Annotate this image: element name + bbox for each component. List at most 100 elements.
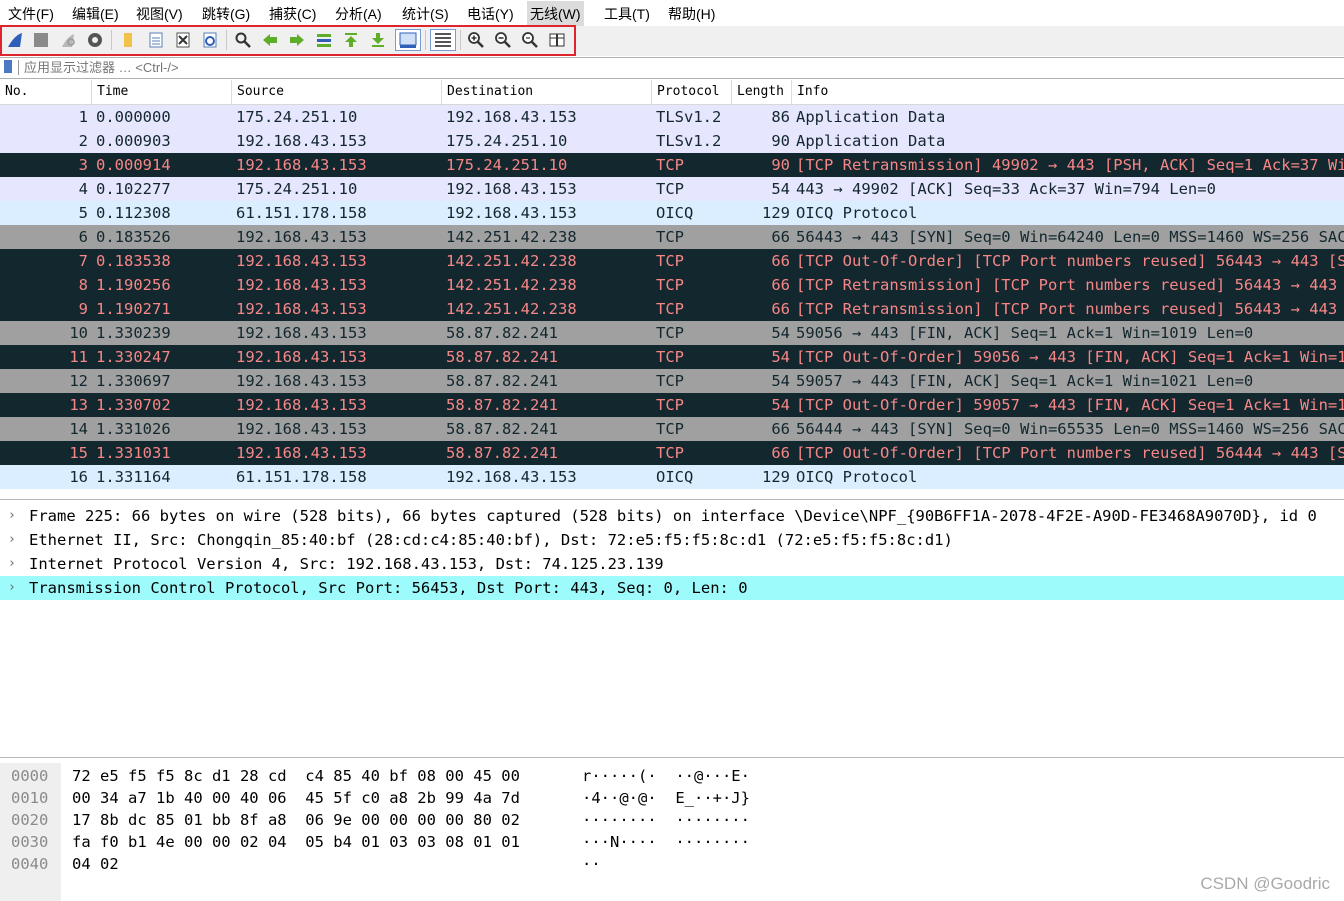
resize-columns-icon[interactable]: [546, 29, 568, 51]
packet-list-header: No. Time Source Destination Protocol Len…: [0, 80, 1344, 105]
restart-capture-icon[interactable]: [57, 29, 79, 51]
expand-chevron-icon[interactable]: ›: [8, 552, 16, 576]
menu-item-0[interactable]: 文件(F): [8, 4, 54, 24]
expand-chevron-icon[interactable]: ›: [8, 576, 16, 600]
ascii-bytes[interactable]: ·4··@·@· E_··+·J}: [582, 787, 750, 809]
packet-row[interactable]: 12 1.330697 192.168.43.153 58.87.82.241 TCP 5…: [0, 369, 1344, 393]
ascii-bytes[interactable]: r·····(· ··@···E·: [582, 765, 750, 787]
packet-row[interactable]: 8 1.190256 192.168.43.153 142.251.42.238 TCP…: [0, 273, 1344, 297]
column-header-protocol[interactable]: Protocol: [652, 80, 732, 104]
detail-tree-item[interactable]: › Frame 225: 66 bytes on wire (528 bits),…: [0, 504, 1344, 528]
detail-text: Internet Protocol Version 4, Src: 192.16…: [29, 555, 664, 573]
packet-info: 443 → 49902 [ACK] Seq=33 Ack=37 Win=794 …: [796, 180, 1216, 198]
packet-list: No. Time Source Destination Protocol Len…: [0, 80, 1344, 494]
packet-row[interactable]: 7 0.183538 192.168.43.153 142.251.42.238 TCP…: [0, 249, 1344, 273]
zoom-out-icon[interactable]: [492, 29, 514, 51]
packet-length: 129: [762, 468, 790, 486]
go-to-packet-icon[interactable]: [313, 29, 335, 51]
packet-length: 54: [771, 180, 790, 198]
expand-chevron-icon[interactable]: ›: [8, 528, 16, 552]
menu-item-4[interactable]: 捕获(C): [269, 4, 316, 24]
packet-info: [TCP Retransmission] [TCP Port numbers r…: [796, 276, 1344, 294]
packet-row[interactable]: 10 1.330239 192.168.43.153 58.87.82.241 TCP 5…: [0, 321, 1344, 345]
packet-row[interactable]: 3 0.000914 192.168.43.153 175.24.251.10 TCP 9…: [0, 153, 1344, 177]
column-header-destination[interactable]: Destination: [442, 80, 652, 104]
hex-bytes[interactable]: 17 8b dc 85 01 bb 8f a8 06 9e 00 00 00 0…: [72, 809, 520, 831]
packet-row[interactable]: 4 0.102277 175.24.251.10 192.168.43.153 TCP 5…: [0, 177, 1344, 201]
menu-item-3[interactable]: 跳转(G): [202, 4, 250, 24]
byte-offset[interactable]: 0040: [11, 853, 48, 875]
byte-offset[interactable]: 0030: [11, 831, 48, 853]
last-packet-icon[interactable]: [367, 29, 389, 51]
packet-row[interactable]: 9 1.190271 192.168.43.153 142.251.42.238 TCP…: [0, 297, 1344, 321]
packet-info: [TCP Out-Of-Order] 59057 → 443 [FIN, ACK…: [796, 396, 1344, 414]
menu-item-6[interactable]: 统计(S): [402, 4, 449, 24]
find-packet-icon[interactable]: [232, 29, 254, 51]
packet-info: [TCP Retransmission] [TCP Port numbers r…: [796, 300, 1344, 318]
detail-text: Transmission Control Protocol, Src Port:…: [29, 579, 748, 597]
menu-item-9[interactable]: 工具(T): [604, 4, 650, 24]
packet-row[interactable]: 13 1.330702 192.168.43.153 58.87.82.241 TCP 5…: [0, 393, 1344, 417]
packet-length: 54: [771, 372, 790, 390]
packet-row[interactable]: 11 1.330247 192.168.43.153 58.87.82.241 TCP 5…: [0, 345, 1344, 369]
byte-offset[interactable]: 0000: [11, 765, 48, 787]
go-forward-icon[interactable]: [286, 29, 308, 51]
hex-bytes[interactable]: 04 02: [72, 853, 119, 875]
shark-fin-start-icon[interactable]: [4, 29, 26, 51]
watermark: CSDN @Goodric: [1200, 874, 1330, 893]
byte-offset[interactable]: 0020: [11, 809, 48, 831]
detail-tree-item[interactable]: › Transmission Control Protocol, Src Port…: [0, 576, 1344, 600]
packet-details-pane: › Frame 225: 66 bytes on wire (528 bits),…: [0, 499, 1344, 758]
column-header-time[interactable]: Time: [92, 80, 232, 104]
capture-options-icon[interactable]: [84, 29, 106, 51]
autoscroll-icon[interactable]: [395, 29, 421, 51]
display-filter-input[interactable]: [20, 58, 1324, 76]
bookmark-icon[interactable]: [4, 60, 12, 73]
hex-bytes[interactable]: fa f0 b1 4e 00 00 02 04 05 b4 01 03 03 0…: [72, 831, 520, 853]
menu-item-7[interactable]: 电话(Y): [467, 4, 514, 24]
ascii-bytes[interactable]: ········ ········: [582, 809, 750, 831]
column-header-length[interactable]: Length: [732, 80, 792, 104]
zoom-in-icon[interactable]: [465, 29, 487, 51]
hex-bytes[interactable]: 72 e5 f5 f5 8c d1 28 cd c4 85 40 bf 08 0…: [72, 765, 520, 787]
packet-length: 66: [771, 420, 790, 438]
packet-length: 66: [771, 228, 790, 246]
packet-length: 90: [771, 132, 790, 150]
colorize-icon[interactable]: [430, 29, 456, 51]
packet-row[interactable]: 6 0.183526 192.168.43.153 142.251.42.238 TCP…: [0, 225, 1344, 249]
menu-item-8[interactable]: 无线(W): [527, 1, 584, 28]
menu-item-2[interactable]: 视图(V): [136, 4, 183, 24]
menu-item-5[interactable]: 分析(A): [335, 4, 382, 24]
packet-row[interactable]: 15 1.331031 192.168.43.153 58.87.82.241 TCP 6…: [0, 441, 1344, 465]
column-header-info[interactable]: Info: [792, 80, 1344, 104]
column-header-no[interactable]: No.: [0, 80, 92, 104]
normal-size-icon[interactable]: [519, 29, 541, 51]
hex-bytes[interactable]: 00 34 a7 1b 40 00 40 06 45 5f c0 a8 2b 9…: [72, 787, 520, 809]
packet-row[interactable]: 16 1.331164 61.151.178.158 192.168.43.153 OI…: [0, 465, 1344, 489]
reload-file-icon[interactable]: [199, 29, 221, 51]
expand-chevron-icon[interactable]: ›: [8, 504, 16, 528]
detail-tree-item[interactable]: › Ethernet II, Src: Chongqin_85:40:bf (28…: [0, 528, 1344, 552]
packet-row[interactable]: 1 0.000000 175.24.251.10 192.168.43.153 TLSv…: [0, 105, 1344, 129]
close-file-icon[interactable]: [172, 29, 194, 51]
packet-row[interactable]: 14 1.331026 192.168.43.153 58.87.82.241 TCP 6…: [0, 417, 1344, 441]
menu-item-10[interactable]: 帮助(H): [668, 4, 715, 24]
packet-row[interactable]: 2 0.000903 192.168.43.153 175.24.251.10 TLSv…: [0, 129, 1344, 153]
first-packet-icon[interactable]: [340, 29, 362, 51]
packet-info: Application Data: [796, 132, 946, 150]
column-header-source[interactable]: Source: [232, 80, 442, 104]
menu-item-1[interactable]: 编辑(E): [72, 4, 119, 24]
packet-info: 59057 → 443 [FIN, ACK] Seq=1 Ack=1 Win=1…: [796, 372, 1254, 390]
go-back-icon[interactable]: [259, 29, 281, 51]
packet-info: 59056 → 443 [FIN, ACK] Seq=1 Ack=1 Win=1…: [796, 324, 1254, 342]
detail-tree-item[interactable]: › Internet Protocol Version 4, Src: 192.1…: [0, 552, 1344, 576]
save-file-icon[interactable]: [145, 29, 167, 51]
open-file-icon[interactable]: [117, 29, 139, 51]
packet-length: 90: [771, 156, 790, 174]
stop-capture-icon[interactable]: [30, 29, 52, 51]
byte-offset[interactable]: 0010: [11, 787, 48, 809]
ascii-bytes[interactable]: ···N···· ········: [582, 831, 750, 853]
packet-length: 66: [771, 276, 790, 294]
ascii-bytes[interactable]: ··: [582, 853, 601, 875]
packet-row[interactable]: 5 0.112308 61.151.178.158 192.168.43.153 OIC…: [0, 201, 1344, 225]
